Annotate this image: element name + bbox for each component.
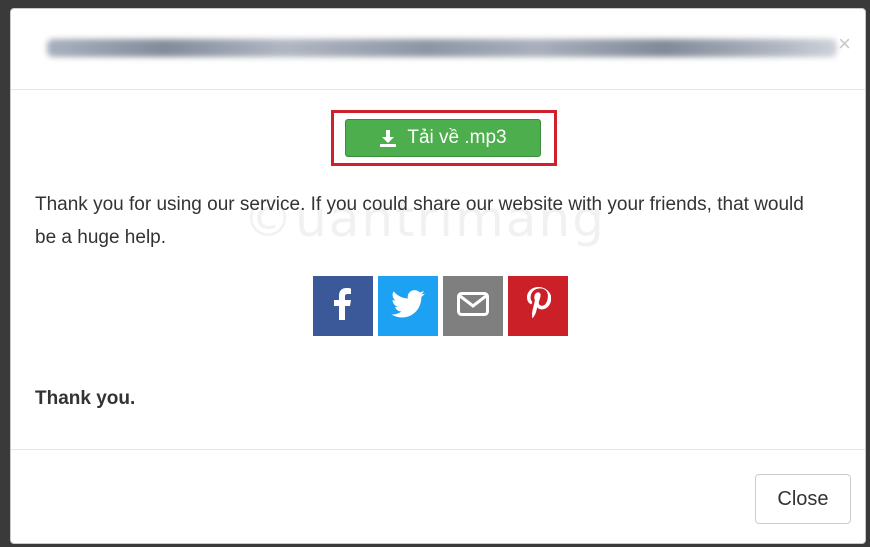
facebook-icon — [328, 287, 358, 326]
download-icon — [379, 129, 397, 147]
download-mp3-button[interactable]: Tải về .mp3 — [345, 119, 541, 157]
share-message: Thank you for using our service. If you … — [35, 194, 804, 248]
email-icon — [457, 291, 489, 321]
download-button-label: Tải về .mp3 — [407, 127, 507, 148]
close-icon[interactable]: × — [838, 33, 851, 55]
share-pinterest-button[interactable] — [508, 276, 568, 336]
share-facebook-button[interactable] — [313, 276, 373, 336]
share-twitter-button[interactable] — [378, 276, 438, 336]
share-email-button[interactable] — [443, 276, 503, 336]
thank-you-text: Thank you. — [35, 388, 136, 409]
dialog-footer: Close — [11, 449, 865, 543]
share-buttons — [313, 276, 568, 336]
dialog-body: Tải về .mp3 ©uantrimang Thank you for us… — [11, 90, 865, 450]
download-highlight-box: Tải về .mp3 — [331, 110, 557, 166]
pinterest-icon — [525, 286, 552, 327]
close-button[interactable]: Close — [755, 474, 851, 524]
twitter-icon — [391, 289, 425, 323]
dialog-title-blurred — [47, 39, 837, 57]
dialog-header: × — [11, 9, 865, 90]
share-dialog: × Tải về .mp3 ©uantrimang Thank you for … — [10, 8, 866, 544]
